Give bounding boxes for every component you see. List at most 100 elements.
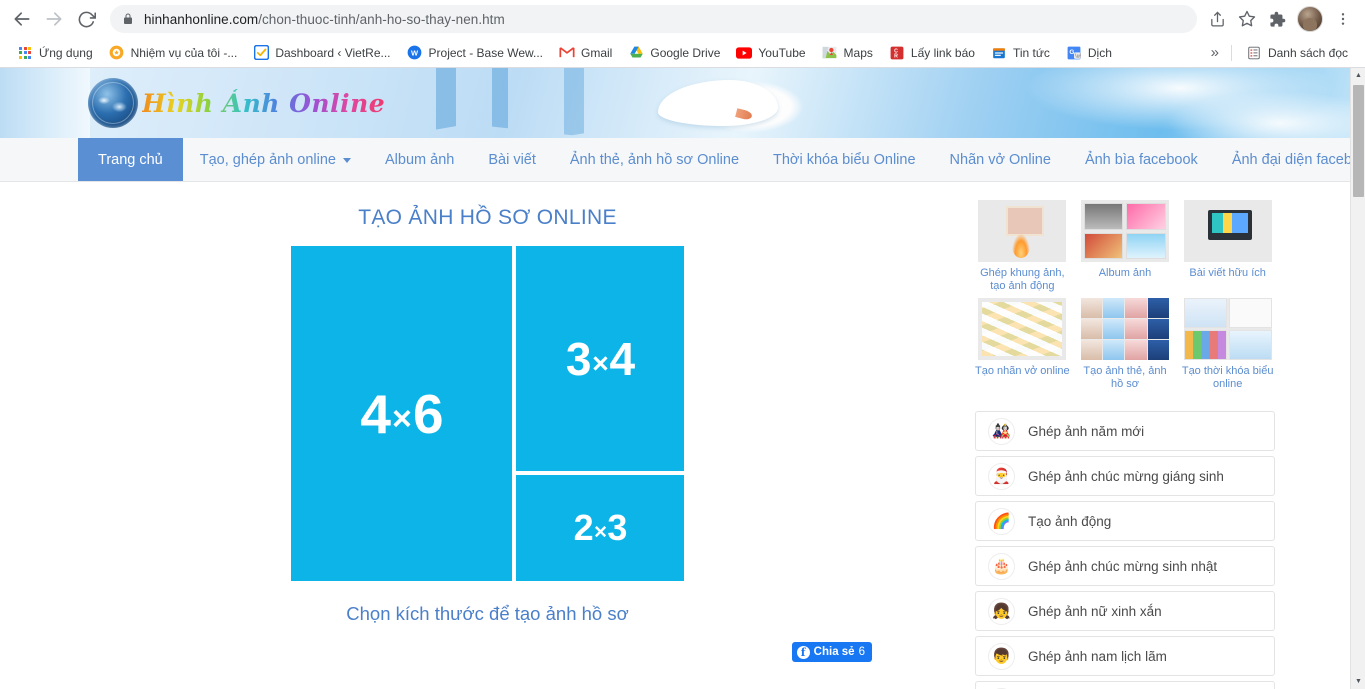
thumb-album[interactable]: Album ảnh	[1078, 200, 1173, 293]
forward-button[interactable]	[40, 5, 68, 33]
scrollbar-thumb[interactable]	[1353, 85, 1364, 197]
address-bar[interactable]: hinhanhonline.com/chon-thuoc-tinh/anh-ho…	[110, 5, 1197, 33]
scroll-down-arrow[interactable]: ▼	[1351, 674, 1365, 689]
thumb-notebook-label[interactable]: Tạo nhãn vở online	[975, 298, 1070, 391]
size-option-2x3[interactable]: 2×3	[516, 475, 684, 581]
reading-list-button[interactable]: Danh sách đọc	[1238, 41, 1356, 65]
site-navigation: Trang chủ Tạo, ghép ảnh online Album ảnh…	[0, 138, 1365, 182]
browser-window: hinhanhonline.com/chon-thuoc-tinh/anh-ho…	[0, 0, 1365, 689]
facebook-share-button[interactable]: f Chia sẻ 6	[791, 642, 872, 662]
page-viewport: Hình Ảnh Online Trang chủ Tạo, ghép ảnh …	[0, 68, 1365, 689]
thumb-articles[interactable]: Bài viết hữu ích	[1180, 200, 1275, 293]
thumb-image	[1183, 200, 1272, 262]
bookmark-gmail[interactable]: Gmail	[551, 41, 620, 65]
bookmark-maps[interactable]: Maps	[814, 41, 881, 65]
sidebar-link-new-year[interactable]: 🎎 Ghép ảnh năm mới	[975, 411, 1275, 451]
gmail-icon	[559, 45, 575, 61]
sidebar-link-boy[interactable]: 👦 Ghép ảnh nam lịch lãm	[975, 636, 1275, 676]
extensions-puzzle-icon[interactable]	[1263, 5, 1291, 33]
bookmark-label: Google Drive	[650, 45, 721, 60]
banner-left-cloud	[0, 68, 90, 138]
bookmarks-divider	[1230, 44, 1232, 61]
nav-item-album-anh[interactable]: Album ảnh	[368, 138, 471, 181]
svg-text:W: W	[411, 48, 419, 57]
facebook-share-count: 6	[858, 646, 865, 658]
sidebar-link-label: Tạo ảnh động	[1028, 513, 1112, 529]
birthday-cake-icon: 🎂	[988, 552, 1015, 580]
bookmark-dashboard[interactable]: Dashboard ‹ VietRe...	[245, 41, 398, 65]
reading-list-icon	[1246, 45, 1262, 61]
avatar[interactable]	[1297, 6, 1323, 32]
apps-grid-icon	[17, 45, 33, 61]
size-label-3x4: 3×4	[565, 332, 635, 385]
chrome-menu-icon[interactable]	[1329, 5, 1357, 33]
site-banner: Hình Ảnh Online	[0, 68, 1350, 138]
size-option-3x4[interactable]: 3×4	[516, 246, 684, 471]
sidebar-link-christmas[interactable]: 🎅 Ghép ảnh chúc mừng giáng sinh	[975, 456, 1275, 496]
bookmark-youtube[interactable]: YouTube	[728, 41, 813, 65]
sidebar-link-animated[interactable]: 🌈 Tạo ảnh động	[975, 501, 1275, 541]
thumb-label: Ghép khung ảnh, tạo ảnh động	[980, 267, 1065, 292]
orange-circle-icon	[109, 45, 125, 61]
sidebar-link-couple[interactable]: 💞 Ghép ảnh tình yêu lứa đôi	[975, 681, 1275, 689]
nav-item-anh-the[interactable]: Ảnh thẻ, ảnh hồ sơ Online	[553, 138, 756, 181]
thumb-image	[978, 298, 1067, 360]
sidebar-link-label: Ghép ảnh năm mới	[1028, 423, 1145, 439]
bookmark-project-base[interactable]: W Project - Base Wew...	[399, 41, 552, 65]
page-scrollbar[interactable]: ▲ ▼	[1350, 68, 1365, 689]
bookmark-lay-link-bao[interactable]: CR Lấy link báo	[881, 41, 983, 65]
size-option-4x6[interactable]: 4×6	[291, 246, 512, 581]
bookmark-google-drive[interactable]: Google Drive	[620, 41, 728, 65]
nav-item-tao-ghep-anh[interactable]: Tạo, ghép ảnh online	[183, 138, 368, 181]
thumb-label: Tạo thời khóa biểu online	[1181, 365, 1274, 390]
page-title: TẠO ẢNH HỒ SƠ ONLINE	[358, 206, 617, 229]
bookmarks-overflow-button[interactable]: »	[1205, 41, 1225, 65]
share-icon[interactable]	[1203, 5, 1231, 33]
chevron-down-icon	[343, 158, 351, 163]
bookmark-nhiem-vu[interactable]: Nhiệm vụ của tôi -...	[101, 41, 246, 65]
bookmark-dich[interactable]: G\u6587 Dịch	[1058, 41, 1120, 65]
maps-icon	[822, 45, 838, 61]
thumb-timetable[interactable]: Tạo thời khóa biểu online	[1180, 298, 1275, 391]
news-icon	[991, 45, 1007, 61]
bookmark-label: Maps	[843, 45, 873, 60]
sidebar-link-label: Ghép ảnh nam lịch lãm	[1028, 648, 1167, 664]
sidebar-thumbnail-grid: Ghép khung ảnh, tạo ảnh động Album ảnh B…	[975, 200, 1275, 391]
site-logo[interactable]: Hình Ảnh Online	[88, 78, 385, 128]
thumb-id-photo[interactable]: Tạo ảnh thẻ, ảnh hồ sơ	[1078, 298, 1173, 391]
logo-text: Hình Ảnh Online	[142, 88, 386, 118]
bookmark-label: Project - Base Wew...	[428, 45, 544, 60]
nav-label: Nhãn vở Online	[949, 151, 1051, 168]
bookmark-label: Lấy link báo	[910, 45, 975, 60]
thumb-image	[978, 200, 1067, 262]
dove-image	[640, 68, 830, 138]
nav-item-anh-dai-dien-facebook[interactable]: Ảnh đại diện facebook	[1215, 138, 1365, 181]
nav-item-anh-bia-facebook[interactable]: Ảnh bìa facebook	[1068, 138, 1215, 181]
scroll-up-arrow[interactable]: ▲	[1351, 68, 1365, 83]
sidebar-link-girl[interactable]: 👧 Ghép ảnh nữ xinh xắn	[975, 591, 1275, 631]
nav-item-bai-viet[interactable]: Bài viết	[471, 138, 553, 181]
nav-item-nhan-vo[interactable]: Nhãn vở Online	[933, 138, 1068, 181]
thumb-frame-animation[interactable]: Ghép khung ảnh, tạo ảnh động	[975, 200, 1070, 293]
reload-button[interactable]	[72, 5, 100, 33]
nav-item-thoi-khoa-bieu[interactable]: Thời khóa biểu Online	[756, 138, 933, 181]
sidebar-link-label: Ghép ảnh nữ xinh xắn	[1028, 603, 1162, 619]
website-page: Hình Ảnh Online Trang chủ Tạo, ghép ảnh …	[0, 68, 1365, 689]
nav-item-trang-chu[interactable]: Trang chủ	[78, 138, 183, 181]
lock-icon	[122, 13, 134, 25]
girl-avatar-icon: 👧	[988, 597, 1015, 625]
svg-text:G: G	[1069, 49, 1074, 56]
nav-label: Bài viết	[488, 151, 536, 168]
main-column: TẠO ẢNH HỒ SƠ ONLINE 4×6 3×4 2×3 Chọn kí…	[0, 196, 975, 689]
back-button[interactable]	[8, 5, 36, 33]
bookmark-apps[interactable]: Ứng dụng	[9, 41, 101, 65]
nav-label: Thời khóa biểu Online	[773, 151, 916, 168]
reading-list-label: Danh sách đọc	[1267, 45, 1348, 60]
nav-label: Ảnh bìa facebook	[1084, 151, 1198, 168]
bookmark-tin-tuc[interactable]: Tin tức	[983, 41, 1058, 65]
url-path: /chon-thuoc-tinh/anh-ho-so-thay-nen.htm	[258, 11, 505, 27]
sidebar-link-birthday[interactable]: 🎂 Ghép ảnh chúc mừng sinh nhật	[975, 546, 1275, 586]
bookmark-star-icon[interactable]	[1233, 5, 1261, 33]
nav-label: Trang chủ	[98, 151, 163, 168]
thumb-label: Tạo nhãn vở online	[975, 365, 1070, 377]
